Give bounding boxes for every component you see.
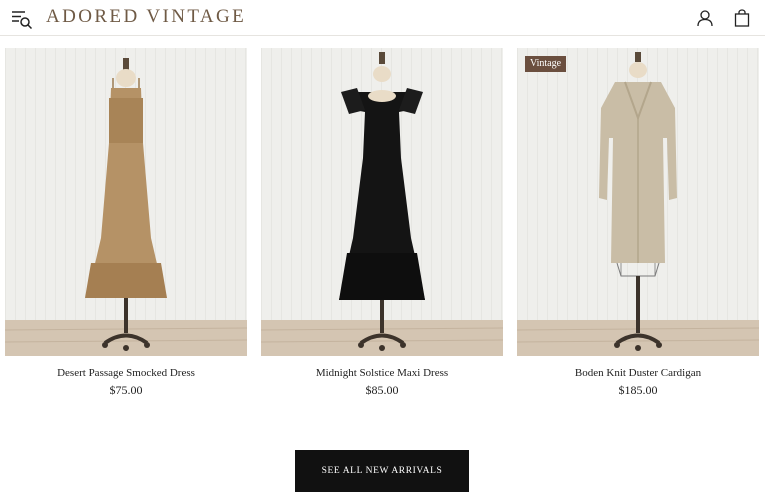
- product-name[interactable]: Boden Knit Duster Cardigan: [517, 367, 759, 379]
- product-price: $85.00: [365, 383, 399, 397]
- menu-search-icon[interactable]: [11, 8, 33, 30]
- see-all-new-arrivals-button[interactable]: SEE ALL NEW ARRIVALS: [295, 450, 469, 492]
- vintage-badge: Vintage: [525, 56, 567, 72]
- product-name[interactable]: Midnight Solstice Maxi Dress: [261, 367, 503, 379]
- product-image[interactable]: [5, 48, 247, 356]
- product-name[interactable]: Desert Passage Smocked Dress: [5, 367, 247, 379]
- product-price: $75.00: [109, 383, 143, 397]
- shopping-bag-icon[interactable]: [733, 9, 751, 27]
- product-image[interactable]: [261, 48, 503, 356]
- user-icon[interactable]: [696, 9, 714, 27]
- product-price: $185.00: [618, 383, 658, 397]
- site-logo[interactable]: ADORED VINTAGE: [46, 6, 246, 28]
- product-image[interactable]: Vintage: [517, 48, 759, 356]
- site-header: ADORED VINTAGE: [0, 0, 765, 36]
